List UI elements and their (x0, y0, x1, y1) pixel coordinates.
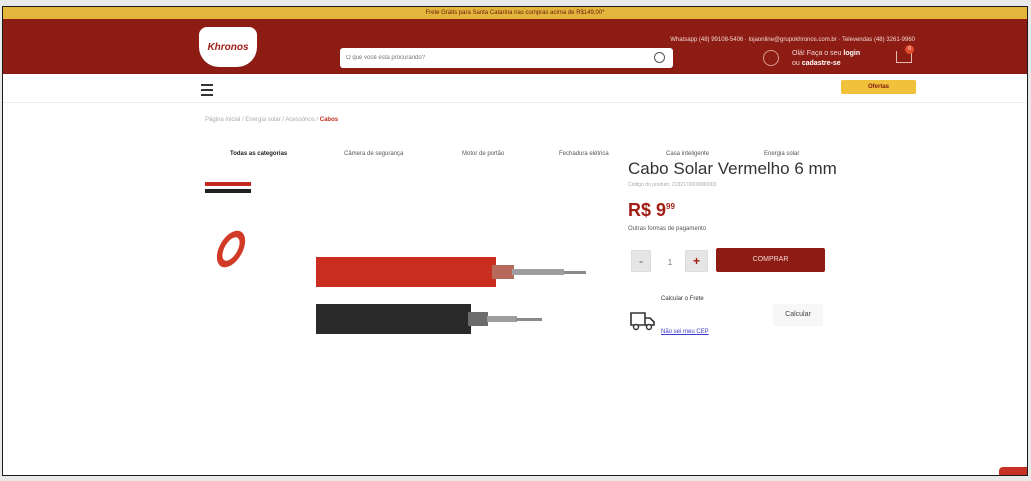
thumbnail-cable-coil[interactable] (211, 225, 251, 273)
product-code: Código do produto: 2132170000000003 (628, 182, 717, 188)
thumbnail-black-cable (205, 189, 251, 193)
qty-increase-button[interactable]: + (685, 250, 708, 272)
khronos-logo[interactable]: Khronos (199, 27, 257, 67)
signup-prefix: ou (792, 60, 800, 67)
cart-count-badge: 0 (905, 45, 914, 54)
chat-tab[interactable] (999, 467, 1027, 475)
price-cents: 99 (666, 202, 675, 211)
nav-item-lock[interactable]: Fechadura elétrica (559, 151, 609, 157)
no-cep-link[interactable]: Não sei meu CEP (661, 329, 709, 335)
thumbnail-cables[interactable] (205, 182, 257, 194)
price-main: R$ 9 (628, 200, 667, 220)
nav-item-solar[interactable]: Energia solar (764, 151, 799, 157)
product-price: R$ 999 (628, 200, 675, 221)
nav-item-motor[interactable]: Motor de portão (462, 151, 504, 157)
black-cable-conductor (487, 316, 517, 322)
nav-all-categories[interactable]: Todas as categorias (230, 151, 287, 157)
black-cable-jacket (316, 304, 471, 334)
search-bar[interactable] (340, 48, 673, 68)
contact-info: Whatsapp (48) 99108-5406 · lojaonline@gr… (670, 37, 915, 43)
payment-options-link[interactable]: Outras formas de pagamento (628, 226, 706, 232)
black-cable-wire (516, 318, 542, 321)
search-icon[interactable] (654, 52, 665, 63)
browser-page: Frete Grátis para Santa Catarina nas com… (2, 6, 1028, 476)
red-cable-image (316, 257, 586, 287)
freight-label: Calcular o Frete (661, 296, 704, 302)
qty-decrease-button[interactable]: - (631, 250, 651, 272)
product-title: Cabo Solar Vermelho 6 mm (628, 159, 837, 178)
buy-button[interactable]: COMPRAR (716, 248, 825, 272)
breadcrumb-path[interactable]: Página inicial / Energia solar / Acessór… (205, 117, 320, 123)
calculate-freight-button[interactable]: Calcular (773, 304, 823, 326)
breadcrumb: Página inicial / Energia solar / Acessór… (205, 117, 338, 123)
user-icon[interactable] (763, 50, 779, 66)
truck-icon (630, 312, 655, 331)
nav-item-smart-home[interactable]: Casa inteligente (666, 151, 709, 157)
black-cable-image (316, 304, 546, 334)
breadcrumb-current: Cabos (319, 117, 339, 123)
login-prefix: Olá! Faça o seu (792, 50, 842, 57)
red-cable-jacket (316, 257, 496, 287)
login-link[interactable]: login (843, 50, 860, 57)
promo-banner: Frete Grátis para Santa Catarina nas com… (3, 7, 1027, 19)
login-area[interactable]: Olá! Faça o seu login ou cadastre-se (792, 49, 860, 69)
thumbnail-red-cable (205, 182, 251, 186)
search-input[interactable] (340, 48, 652, 68)
qty-input[interactable] (660, 255, 680, 269)
red-cable-insulation (492, 265, 514, 279)
red-cable-wire (564, 271, 586, 274)
signup-link[interactable]: cadastre-se (802, 60, 841, 67)
black-cable-insulation (468, 312, 488, 326)
red-cable-conductor (512, 269, 564, 275)
nav-item-camera[interactable]: Câmera de segurança (344, 151, 403, 157)
offers-button[interactable]: Ofertas (841, 80, 916, 94)
